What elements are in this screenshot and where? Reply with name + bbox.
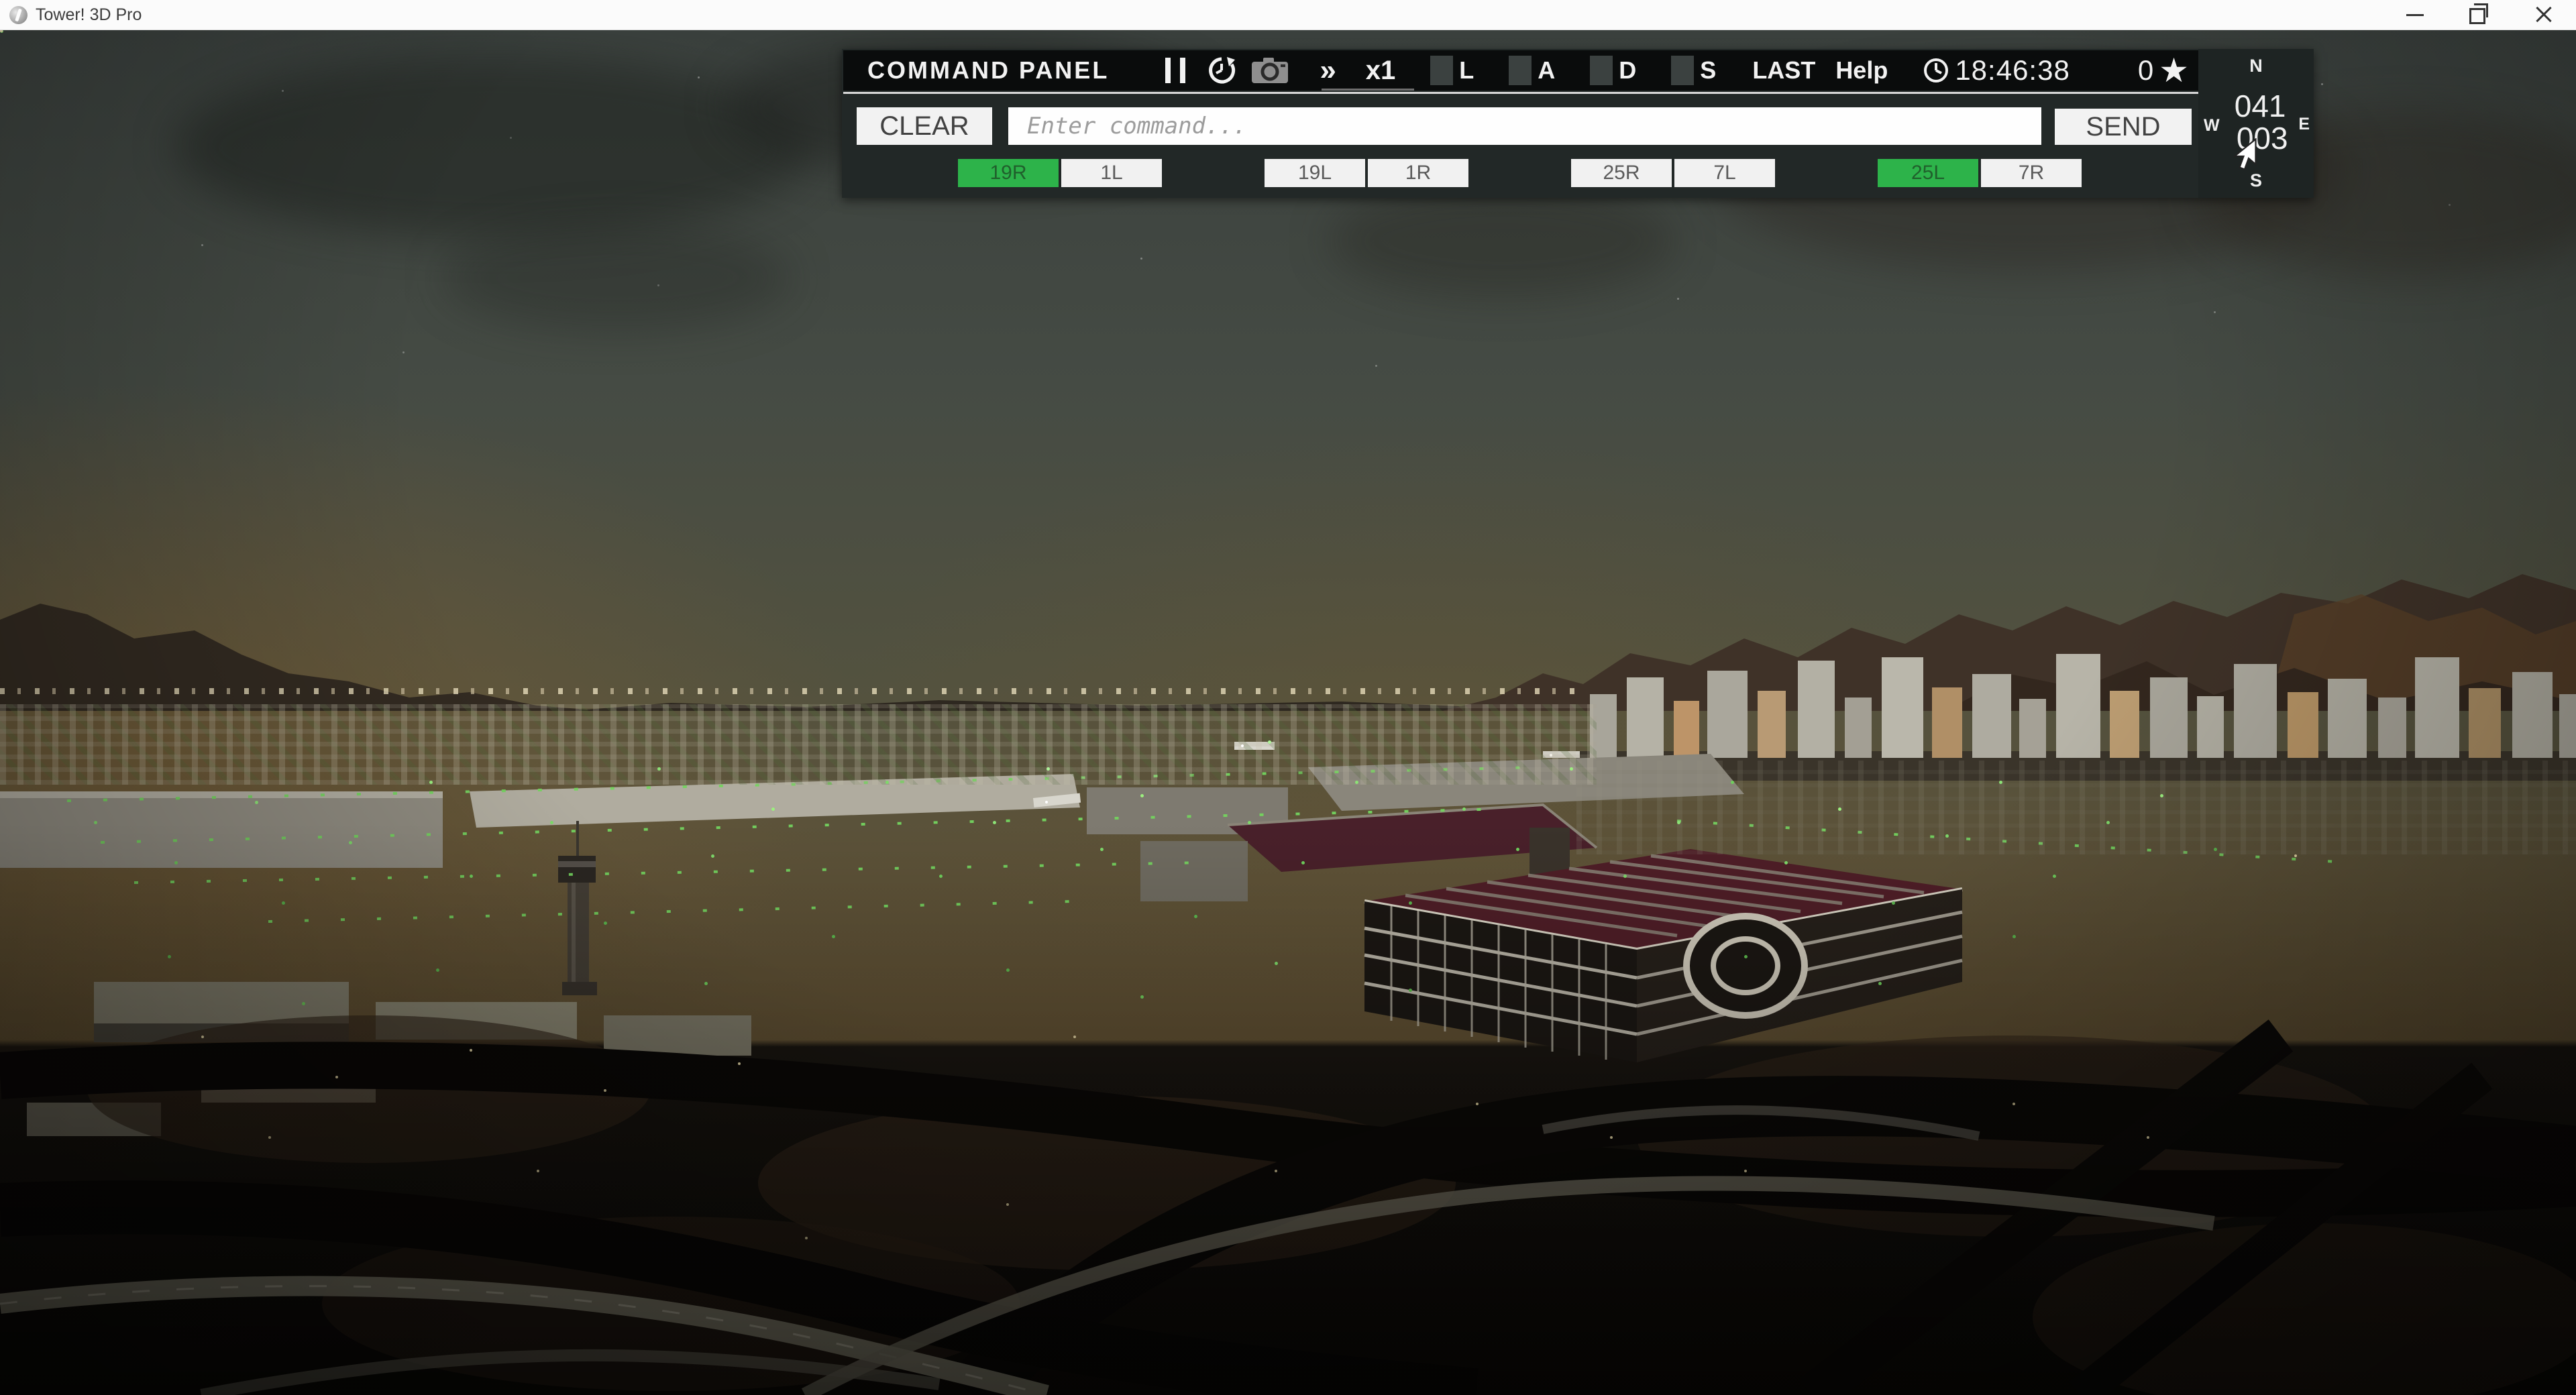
control-tower (558, 821, 597, 995)
minimize-icon (2406, 14, 2424, 16)
pause-icon (1180, 58, 1185, 83)
checkbox-icon (1430, 56, 1453, 85)
last-command-button[interactable]: LAST (1752, 56, 1815, 85)
compass-west[interactable]: W (2204, 116, 2220, 135)
screenshot-button[interactable] (1251, 57, 1289, 84)
command-input[interactable] (1008, 107, 2041, 145)
runway-button-25R[interactable]: 25R (1571, 159, 1672, 187)
close-button[interactable] (2512, 0, 2576, 30)
runway-selector: 19R 1L 19L 1R 25R 7L 25L 7R (958, 159, 2082, 187)
restore-button[interactable] (2447, 0, 2512, 30)
sim-speed[interactable]: x1 (1366, 56, 1396, 86)
send-button[interactable]: SEND (2055, 109, 2192, 145)
parking-garage (1364, 849, 1962, 1062)
toggle-arrivals[interactable]: A (1509, 56, 1555, 85)
help-button[interactable]: Help (1835, 56, 1888, 85)
runway-button-1L[interactable]: 1L (1061, 159, 1162, 187)
pause-button[interactable] (1165, 58, 1185, 83)
restore-icon (2469, 8, 2485, 24)
clock-icon (1923, 57, 1949, 84)
sim-time: 18:46:38 (1955, 54, 2070, 87)
runway-button-1R[interactable]: 1R (1368, 159, 1468, 187)
compass-widget[interactable]: N S W E 041 003 (2198, 49, 2314, 198)
window-controls (2383, 0, 2576, 30)
toggle-departures[interactable]: D (1590, 56, 1636, 85)
clear-button[interactable]: CLEAR (857, 107, 992, 145)
camera-icon (1251, 57, 1289, 84)
expand-button[interactable]: » (1320, 57, 1336, 84)
runway-button-19L[interactable]: 19L (1265, 159, 1365, 187)
close-icon (2535, 6, 2553, 23)
checkbox-icon (1509, 56, 1532, 85)
suburb-lights (0, 688, 1576, 694)
reset-time-icon (1207, 56, 1236, 85)
pause-icon (1165, 58, 1171, 83)
toggle-landing[interactable]: L (1430, 56, 1474, 85)
clock: 18:46:38 (1923, 54, 2070, 87)
score-value: 0 (2138, 54, 2153, 87)
runway-button-7R[interactable]: 7R (1981, 159, 2082, 187)
command-panel-title: COMMAND PANEL (867, 56, 1109, 85)
window-titlebar: Tower! 3D Pro (0, 0, 2576, 30)
compass-east[interactable]: E (2298, 115, 2310, 134)
compass-heading-primary: 041 (2235, 88, 2286, 124)
score-display: 0 ★ (2138, 54, 2189, 87)
suburb-texture (0, 704, 1597, 785)
app-icon (9, 6, 28, 24)
reset-time-button[interactable] (1207, 56, 1236, 85)
toggle-strips[interactable]: S (1671, 56, 1716, 85)
window-title: Tower! 3D Pro (36, 5, 142, 25)
command-panel: COMMAND PANEL » x1 (842, 49, 2314, 198)
checkbox-icon (1671, 56, 1694, 85)
compass-heading-secondary: 003 (2237, 120, 2288, 156)
checkbox-icon (1590, 56, 1613, 85)
runway-button-7L[interactable]: 7L (1674, 159, 1775, 187)
star-icon: ★ (2159, 57, 2189, 84)
compass-north[interactable]: N (2249, 56, 2263, 76)
parking-lot-texture (1576, 761, 2576, 854)
minimize-button[interactable] (2383, 0, 2447, 30)
command-panel-bar: COMMAND PANEL » x1 (843, 50, 2198, 91)
airport-3d-viewport[interactable] (0, 30, 2576, 1395)
runway-button-25L[interactable]: 25L (1878, 159, 1978, 187)
runway-button-19R[interactable]: 19R (958, 159, 1059, 187)
panel-divider (843, 92, 2198, 94)
compass-south[interactable]: S (2250, 170, 2262, 191)
